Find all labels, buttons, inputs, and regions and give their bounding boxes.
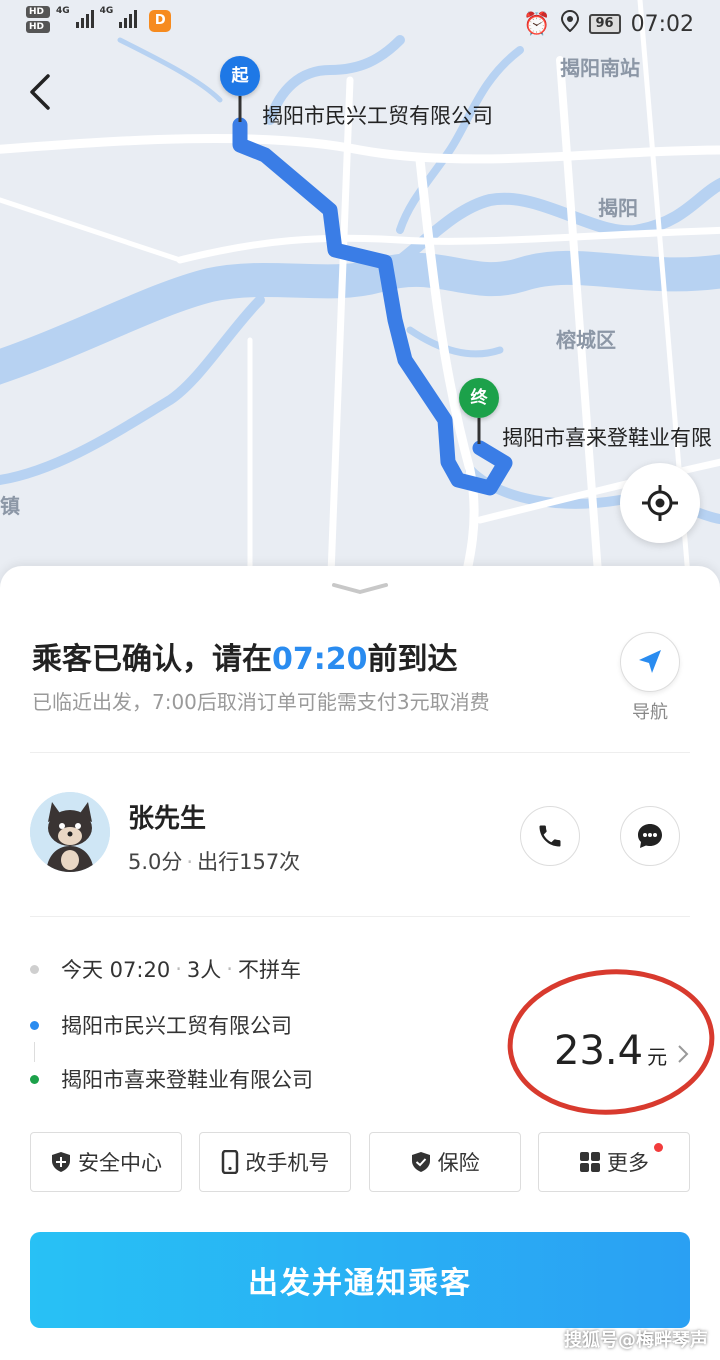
change-phone-label: 改手机号	[245, 1151, 330, 1175]
battery-indicator: 96	[588, 14, 621, 34]
message-icon	[638, 824, 662, 848]
map-canvas	[0, 0, 720, 600]
order-panel: 乘客已确认，请在07:20前到达 已临近出发，7:00后取消订单可能需支付3元取…	[0, 566, 720, 1360]
insurance-button[interactable]: 保险	[368, 1132, 521, 1192]
fare-detail-link[interactable]: 23.4 元	[554, 1028, 689, 1074]
passenger-stats: 5.0分 · 出行157次	[128, 850, 301, 874]
cancel-fee-notice: 已临近出发，7:00后取消订单可能需支付3元取消费	[32, 690, 490, 714]
call-button[interactable]	[520, 806, 580, 866]
mobile-icon	[222, 1150, 239, 1174]
panel-collapse-handle[interactable]	[330, 580, 390, 596]
status-title: 乘客已确认，请在07:20前到达	[32, 634, 458, 678]
trip-destination: 揭阳市喜来登鞋业有限公司	[30, 1064, 313, 1094]
action-chips: 安全中心 改手机号 保险 更多	[30, 1132, 690, 1192]
status-title-prefix: 乘客已确认，请在	[32, 642, 272, 677]
navigation-label: 导航	[632, 702, 668, 723]
navigation-arrow-icon	[639, 650, 661, 673]
depart-notify-button[interactable]: 出发并通知乘客	[30, 1232, 690, 1328]
map-label-south-station: 揭阳南站	[560, 56, 640, 80]
map-label-rongcheng: 榕城区	[556, 328, 616, 352]
start-pin[interactable]: 起	[220, 56, 260, 96]
signal-icon	[75, 6, 94, 28]
destination-address: 揭阳市喜来登鞋业有限公司	[61, 1068, 313, 1092]
more-button[interactable]: 更多	[537, 1132, 690, 1192]
route-connector	[34, 1042, 35, 1062]
safety-center-label: 安全中心	[78, 1151, 162, 1175]
insurance-label: 保险	[437, 1151, 480, 1175]
grid-icon	[579, 1152, 600, 1172]
navigation-button[interactable]: 导航	[620, 632, 680, 724]
change-phone-button[interactable]: 改手机号	[199, 1132, 352, 1192]
app-notification-icon: D	[149, 10, 172, 32]
fare-amount: 23.4	[554, 1028, 644, 1074]
divider	[30, 916, 690, 917]
end-place-label: 揭阳市喜来登鞋业有限	[502, 426, 712, 450]
watermark: 搜狐号@梅畔琴声	[564, 1330, 708, 1351]
map-view[interactable]: HD HD 4G 4G D ⏰ 96 07:02 揭阳南站 揭阳 榕城区 镇 起…	[0, 0, 720, 600]
safety-center-button[interactable]: 安全中心	[30, 1132, 182, 1192]
network-type-1: 4G	[56, 6, 70, 16]
shield-icon	[52, 1152, 70, 1172]
insurance-icon	[411, 1152, 430, 1172]
divider	[30, 752, 690, 753]
notification-dot	[653, 1143, 663, 1152]
passenger-name: 张先生	[128, 804, 207, 834]
locate-button[interactable]	[620, 463, 700, 543]
hd-badge-1: HD	[26, 6, 50, 18]
status-bar: HD HD 4G 4G D ⏰ 96 07:02	[0, 0, 720, 48]
trip-time: 今天 07:20	[61, 958, 171, 982]
phone-icon	[539, 825, 561, 847]
trip-schedule: 今天 07:20 · 3人 · 不拼车	[30, 954, 301, 984]
trip-people: 3人	[186, 958, 222, 982]
hd-badge-2: HD	[26, 21, 50, 33]
trip-origin: 揭阳市民兴工贸有限公司	[30, 1010, 292, 1040]
locate-icon	[642, 485, 678, 521]
status-title-suffix: 前到达	[367, 642, 458, 677]
signal-icon	[119, 6, 138, 28]
message-button[interactable]	[620, 806, 680, 866]
end-pin[interactable]: 终	[459, 378, 499, 418]
back-icon[interactable]	[28, 72, 52, 118]
chevron-right-icon	[677, 1042, 689, 1070]
alarm-icon: ⏰	[523, 11, 551, 37]
start-place-label: 揭阳市民兴工贸有限公司	[262, 104, 493, 128]
avatar[interactable]	[30, 792, 110, 872]
passenger-rating: 5.0分	[128, 850, 183, 874]
map-label-jieyang: 揭阳	[598, 196, 638, 220]
arrival-deadline: 07:20	[272, 642, 368, 677]
origin-address: 揭阳市民兴工贸有限公司	[61, 1014, 292, 1038]
more-label: 更多	[606, 1151, 649, 1175]
trip-carpool: 不拼车	[237, 958, 301, 982]
location-status-icon	[560, 9, 579, 38]
map-label-town: 镇	[0, 494, 20, 518]
passenger-trips: 出行157次	[197, 850, 301, 874]
network-type-2: 4G	[99, 6, 114, 16]
clock: 07:02	[630, 11, 694, 37]
fare-unit: 元	[647, 1045, 668, 1069]
